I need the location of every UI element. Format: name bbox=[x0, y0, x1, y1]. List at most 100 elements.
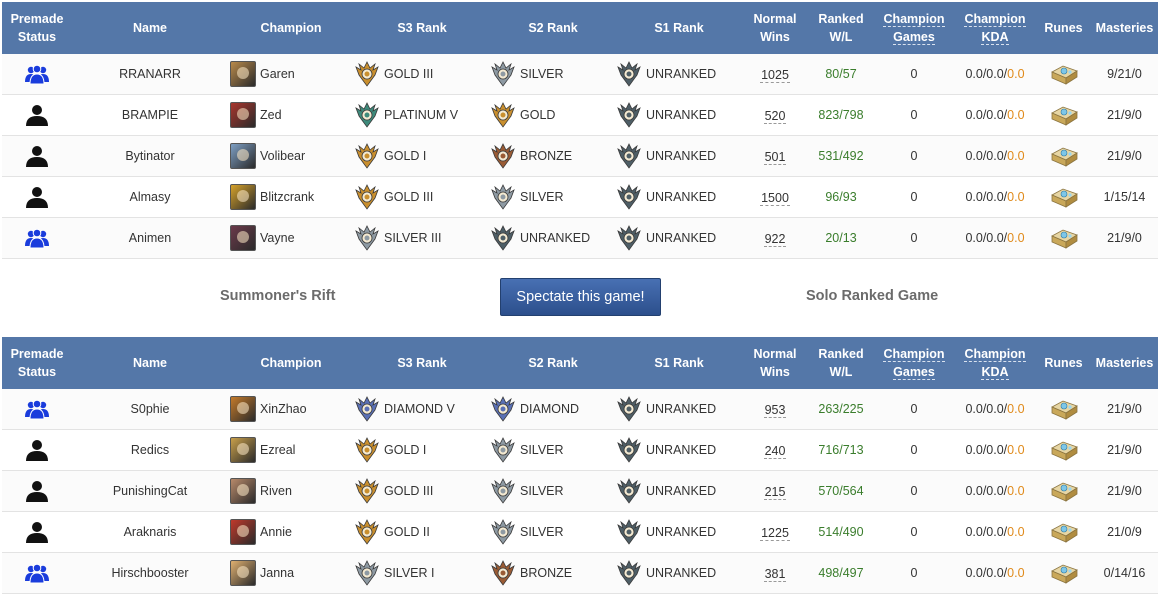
masteries-value[interactable]: 21/9/0 bbox=[1107, 443, 1142, 457]
summoner-name[interactable]: Hirschbooster bbox=[111, 566, 188, 580]
champion-games-value: 0 bbox=[910, 67, 918, 81]
rune-book-icon[interactable] bbox=[1049, 185, 1079, 209]
normal-wins-value[interactable]: 215 bbox=[763, 485, 787, 500]
champion-name: Blitzcrank bbox=[260, 190, 315, 204]
normal-wins-value[interactable]: 520 bbox=[763, 109, 787, 124]
champion-kda-cell: 0.0/0.0/0.0 bbox=[954, 136, 1036, 176]
s2-rank-cell: SILVER bbox=[490, 54, 616, 94]
premade-group-icon bbox=[25, 563, 49, 584]
solo-player-icon bbox=[26, 105, 48, 126]
champion-kda-cell: 0.0/0.0/0.0 bbox=[954, 95, 1036, 135]
map-name: Summoner's Rift bbox=[220, 288, 336, 304]
ranked-wl-value: 20/13 bbox=[825, 231, 857, 245]
masteries-value[interactable]: 0/14/16 bbox=[1104, 566, 1146, 580]
header-champion-kda[interactable]: Champion KDA bbox=[954, 337, 1036, 389]
champion-games-value: 0 bbox=[910, 231, 918, 245]
rune-book-icon[interactable] bbox=[1049, 226, 1079, 250]
masteries-value[interactable]: 21/0/9 bbox=[1107, 525, 1142, 539]
masteries-value[interactable]: 21/9/0 bbox=[1107, 149, 1142, 163]
champion-kda-cell: 0.0/0.0/0.0 bbox=[954, 553, 1036, 593]
summoner-name[interactable]: Bytinator bbox=[125, 149, 174, 163]
normal-wins-value[interactable]: 922 bbox=[763, 232, 787, 247]
masteries-cell: 21/9/0 bbox=[1091, 389, 1158, 429]
rune-book-icon[interactable] bbox=[1049, 479, 1079, 503]
champion-cell: Janna bbox=[228, 553, 354, 593]
ranked-wl-cell: 20/13 bbox=[808, 218, 874, 258]
header-champion-games[interactable]: Champion Games bbox=[874, 337, 954, 389]
rune-book-icon[interactable] bbox=[1049, 397, 1079, 421]
summoner-name[interactable]: Almasy bbox=[130, 190, 171, 204]
team-1-header: Premade Status Name Champion S3 Rank S2 R… bbox=[2, 2, 1158, 54]
s3-rank-label: PLATINUM V bbox=[384, 108, 459, 122]
rune-book-icon[interactable] bbox=[1049, 561, 1079, 585]
spectate-button[interactable]: Spectate this game! bbox=[500, 278, 661, 316]
rank-emblem-icon bbox=[617, 61, 641, 87]
s2-rank-label: SILVER bbox=[520, 67, 564, 81]
normal-wins-value[interactable]: 501 bbox=[763, 150, 787, 165]
rank-emblem-icon bbox=[355, 437, 379, 463]
kda-assists: 0.0 bbox=[1007, 190, 1025, 204]
rune-book-icon[interactable] bbox=[1049, 62, 1079, 86]
solo-player-icon bbox=[26, 440, 48, 461]
ranked-wl-value: 531/492 bbox=[818, 149, 864, 163]
rune-book-icon[interactable] bbox=[1049, 144, 1079, 168]
normal-wins-value[interactable]: 1500 bbox=[760, 191, 790, 206]
rank-emblem-icon bbox=[617, 102, 641, 128]
game-info-bar: Summoner's Rift Spectate this game! Solo… bbox=[0, 260, 1160, 336]
header-champion-games[interactable]: Champion Games bbox=[874, 2, 954, 54]
runes-cell bbox=[1036, 177, 1091, 217]
champion-games-value: 0 bbox=[910, 443, 918, 457]
kda-assists: 0.0 bbox=[1007, 484, 1025, 498]
kda-kills-deaths: 0.0/0.0/ bbox=[965, 443, 1008, 457]
s3-rank-cell: SILVER III bbox=[354, 218, 490, 258]
summoner-name[interactable]: BRAMPIE bbox=[122, 108, 178, 122]
masteries-value[interactable]: 21/9/0 bbox=[1107, 231, 1142, 245]
champion-kda-cell: 0.0/0.0/0.0 bbox=[954, 430, 1036, 470]
ranked-wl-value: 263/225 bbox=[818, 402, 864, 416]
header-s2-rank: S2 Rank bbox=[528, 21, 578, 35]
champion-name: Riven bbox=[260, 484, 292, 498]
normal-wins-value[interactable]: 953 bbox=[763, 403, 787, 418]
normal-wins-value[interactable]: 240 bbox=[763, 444, 787, 459]
summoner-name[interactable]: Araknaris bbox=[124, 525, 177, 539]
rune-book-icon[interactable] bbox=[1049, 520, 1079, 544]
normal-wins-value[interactable]: 1025 bbox=[760, 68, 790, 83]
normal-wins-value[interactable]: 381 bbox=[763, 567, 787, 582]
kda-kills-deaths: 0.0/0.0/ bbox=[965, 108, 1008, 122]
s1-rank: UNRANKED bbox=[616, 519, 716, 545]
header-champion-kda[interactable]: Champion KDA bbox=[954, 2, 1036, 54]
summoner-name[interactable]: Redics bbox=[131, 443, 169, 457]
rune-book-icon[interactable] bbox=[1049, 438, 1079, 462]
masteries-value[interactable]: 21/9/0 bbox=[1107, 484, 1142, 498]
normal-wins-cell: 1225 bbox=[742, 512, 808, 552]
kda-assists: 0.0 bbox=[1007, 443, 1025, 457]
kda-kills-deaths: 0.0/0.0/ bbox=[965, 484, 1008, 498]
masteries-value[interactable]: 21/9/0 bbox=[1107, 108, 1142, 122]
champion-cell: XinZhao bbox=[228, 389, 354, 429]
rune-book-icon[interactable] bbox=[1049, 103, 1079, 127]
premade-status-cell bbox=[2, 512, 72, 552]
summoner-name[interactable]: Animen bbox=[129, 231, 171, 245]
summoner-name[interactable]: RRANARR bbox=[119, 67, 181, 81]
masteries-value[interactable]: 1/15/14 bbox=[1104, 190, 1146, 204]
s2-rank: BRONZE bbox=[490, 143, 572, 169]
champion-games-cell: 0 bbox=[874, 430, 954, 470]
champion-cell: Zed bbox=[228, 95, 354, 135]
masteries-value[interactable]: 9/21/0 bbox=[1107, 67, 1142, 81]
s3-rank-cell: GOLD II bbox=[354, 512, 490, 552]
normal-wins-value[interactable]: 1225 bbox=[760, 526, 790, 541]
summoner-name[interactable]: S0phie bbox=[131, 402, 170, 416]
s2-rank: BRONZE bbox=[490, 560, 572, 586]
champion-portrait-icon bbox=[230, 560, 256, 586]
ranked-wl-value: 80/57 bbox=[825, 67, 857, 81]
rank-emblem-icon bbox=[617, 143, 641, 169]
summoner-name[interactable]: PunishingCat bbox=[113, 484, 187, 498]
masteries-value[interactable]: 21/9/0 bbox=[1107, 402, 1142, 416]
rank-emblem-icon bbox=[355, 61, 379, 87]
solo-player-icon bbox=[26, 522, 48, 543]
player-row: Bytinator Volibear GOLD I BRONZE UNRANKED 501… bbox=[2, 136, 1158, 177]
s3-rank-cell: GOLD III bbox=[354, 471, 490, 511]
rank-emblem-icon bbox=[491, 437, 515, 463]
champion-games-cell: 0 bbox=[874, 471, 954, 511]
s3-rank: GOLD III bbox=[354, 184, 433, 210]
